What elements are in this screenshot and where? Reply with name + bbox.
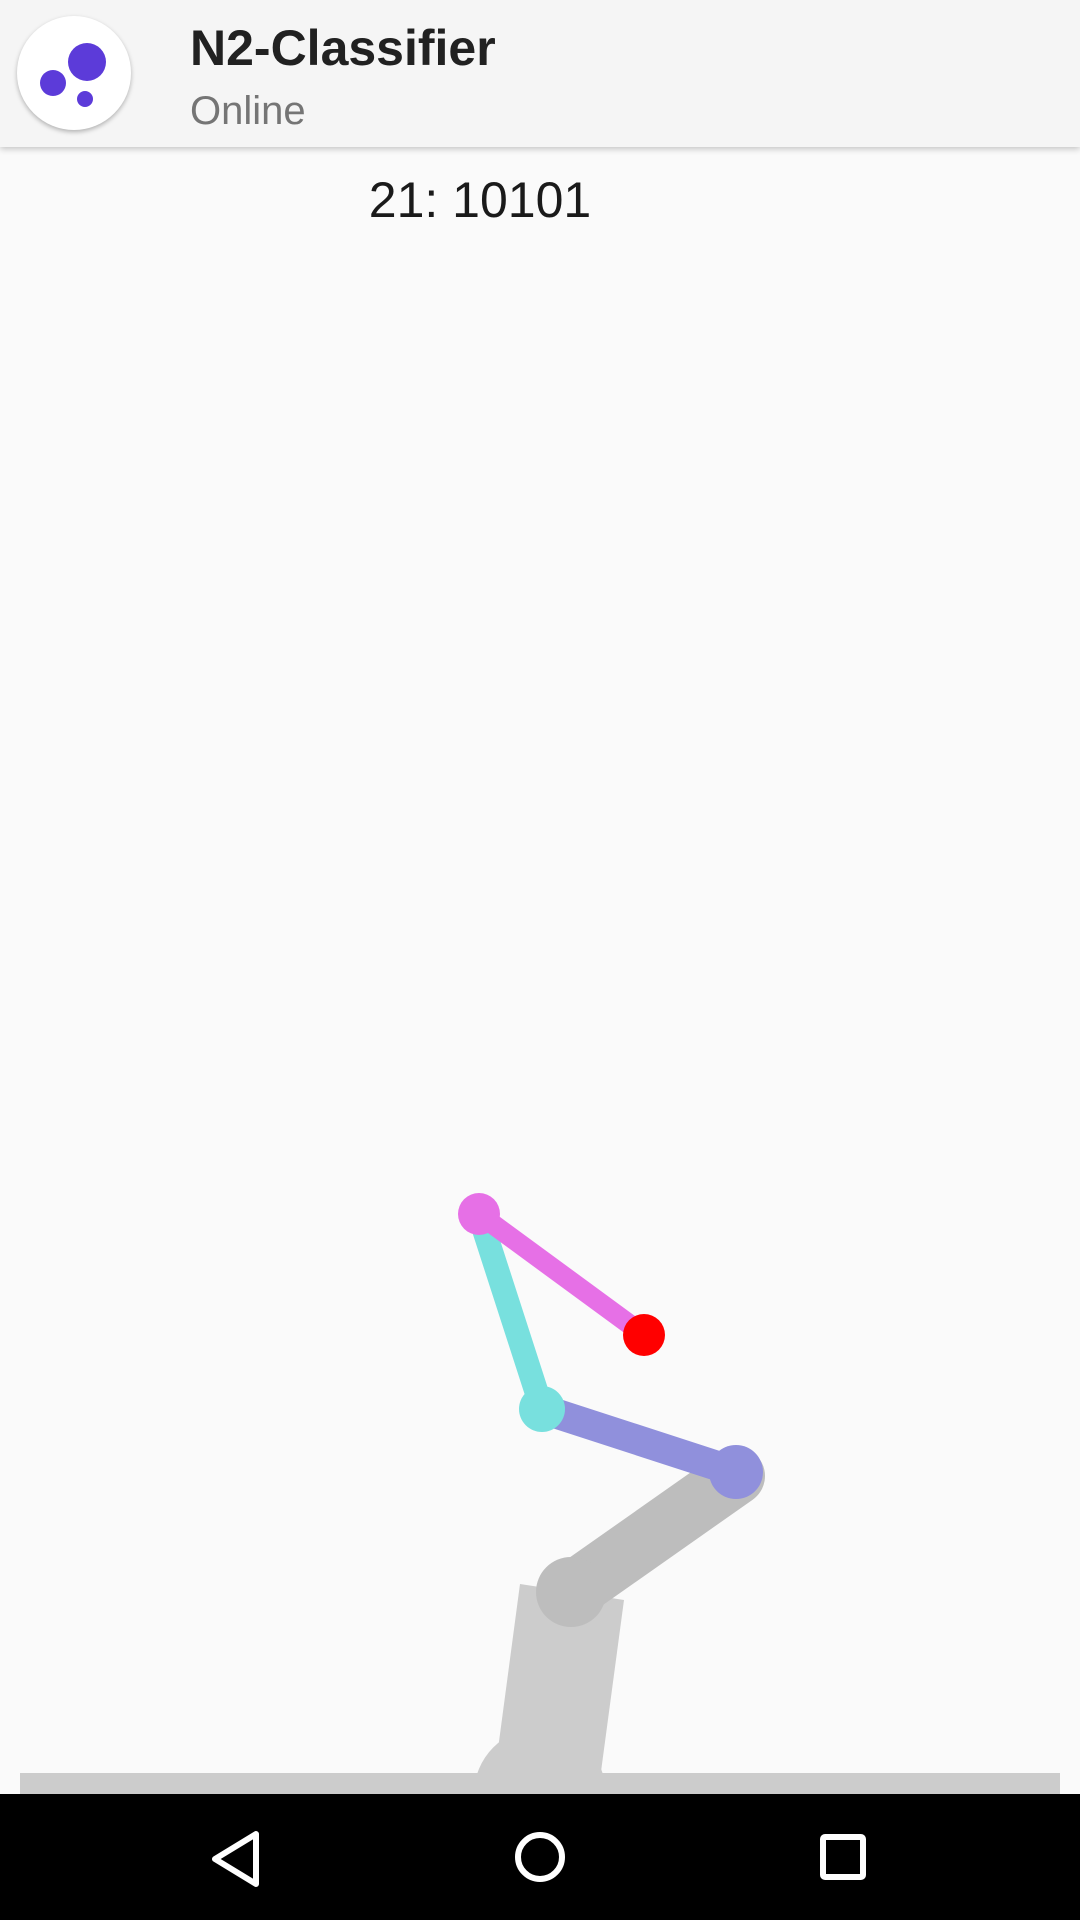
app-title: N2-Classifier: [190, 20, 496, 76]
home-button[interactable]: [477, 1794, 603, 1920]
arm-shoulder-joint: [536, 1557, 606, 1627]
back-button[interactable]: [173, 1794, 299, 1920]
app-screen: N2-Classifier Online 21: 10101: [0, 0, 1080, 1920]
navigation-bar: [0, 1794, 1080, 1920]
arm-joint-2: [519, 1386, 565, 1432]
connection-status: Online: [190, 89, 306, 133]
target-point[interactable]: [623, 1314, 665, 1356]
back-triangle-icon: [212, 1831, 259, 1887]
robot-arm-scene: [20, 1193, 1060, 1794]
app-bar: N2-Classifier Online: [0, 0, 1080, 147]
bubbles-logo-icon: [40, 43, 106, 107]
arm-joint-3: [458, 1193, 500, 1235]
arm-link-1: [527, 1394, 751, 1487]
arm-joint-1: [709, 1445, 763, 1499]
recents-square-icon: [820, 1834, 866, 1880]
recents-button[interactable]: [780, 1794, 906, 1920]
home-circle-icon: [515, 1832, 565, 1882]
avatar[interactable]: [17, 16, 131, 130]
